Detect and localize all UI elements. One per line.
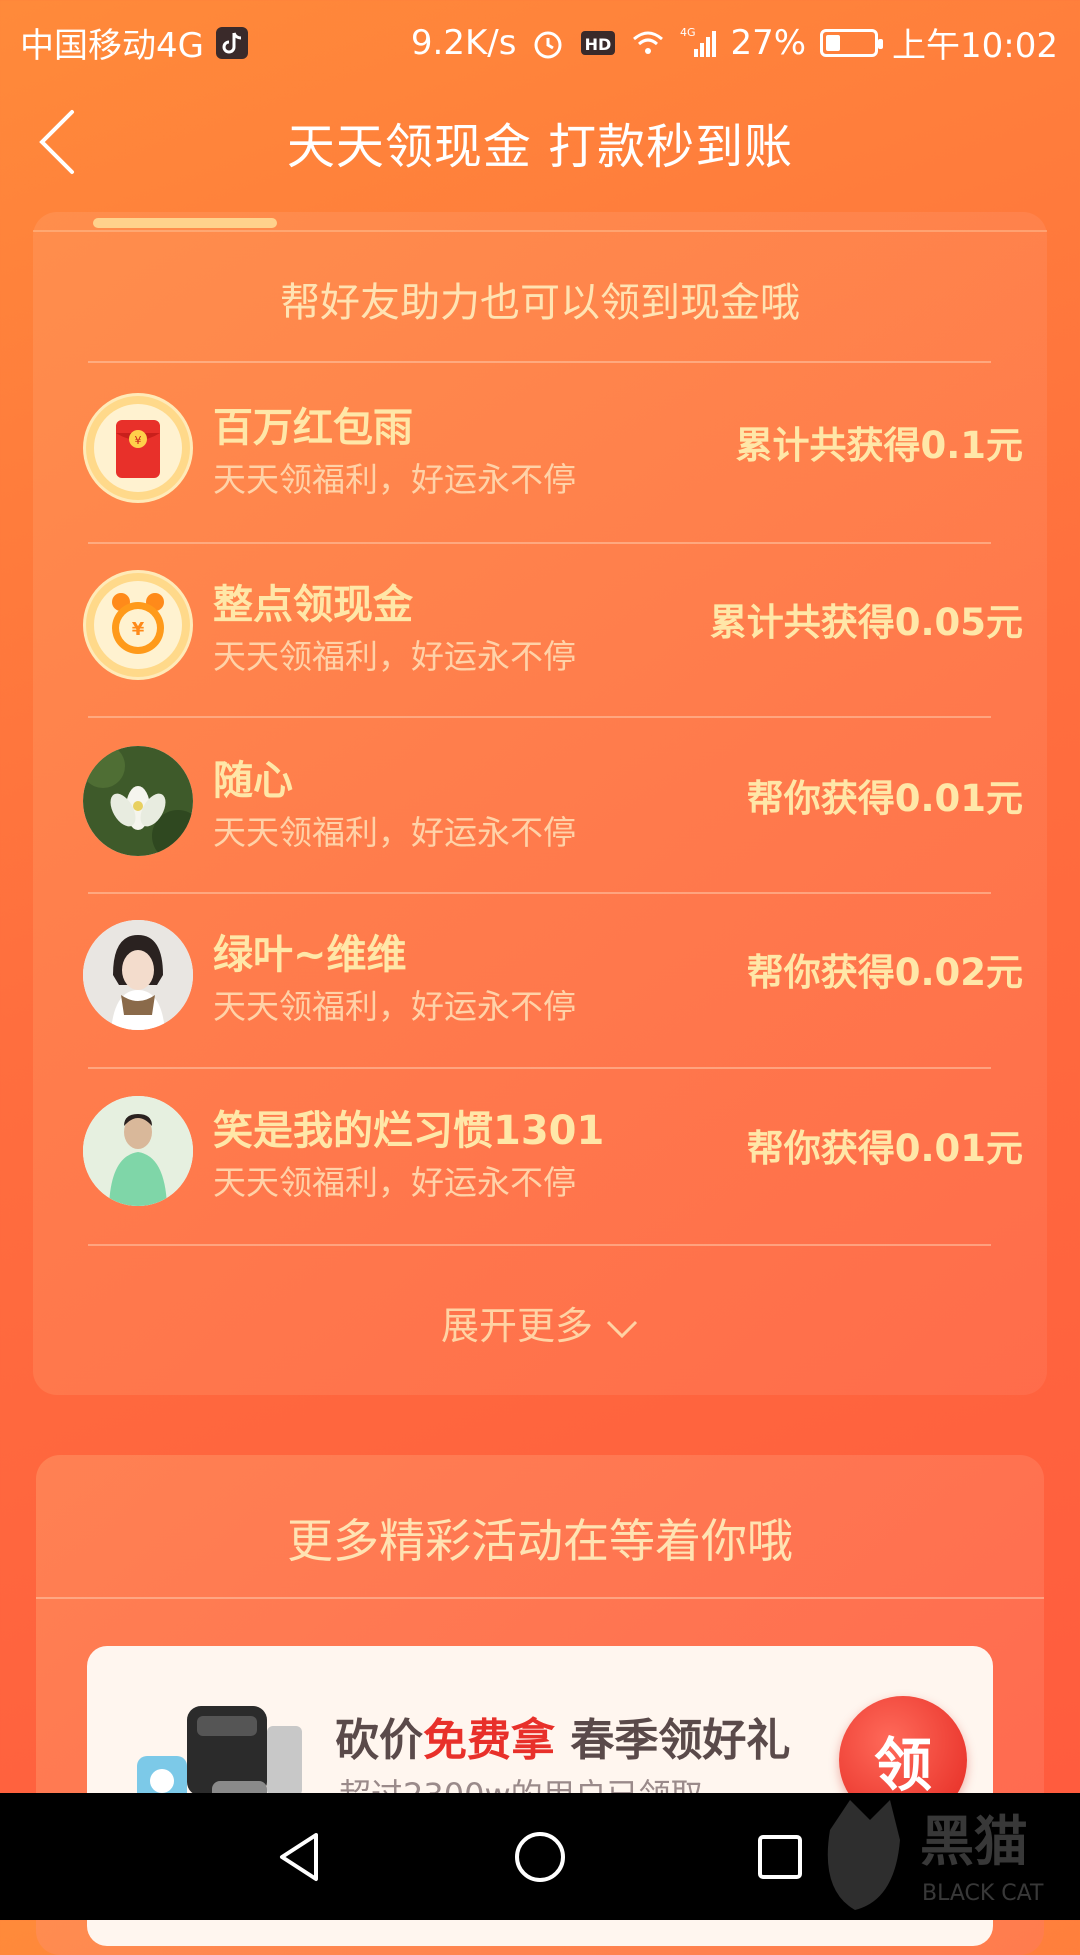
list-item[interactable]: 绿叶~维维 天天领福利，好运永不停 帮你获得0.02元 — [33, 892, 1047, 1068]
clock: 上午10:02 — [892, 26, 1058, 66]
network-speed: 9.2K/s — [410, 22, 517, 63]
list-item[interactable]: ¥ 整点领现金 天天领福利，好运永不停 累计共获得0.05元 — [33, 542, 1047, 718]
item-subtitle: 天天领福利，好运永不停 — [213, 813, 576, 852]
cat-logo-icon: 黑猫 BLACK CAT — [827, 1800, 1044, 1910]
item-name: 整点领现金 — [213, 582, 413, 628]
list-item[interactable]: ¥ 百万红包雨 天天领福利，好运永不停 累计共获得0.1元 — [33, 365, 1047, 541]
watermark-subtext: BLACK CAT — [922, 1881, 1044, 1906]
tab-indicator — [93, 218, 277, 228]
item-subtitle: 天天领福利，好运永不停 — [213, 460, 576, 499]
item-subtitle: 天天领福利，好运永不停 — [213, 987, 576, 1026]
battery-icon — [820, 28, 884, 57]
nav-recents-button[interactable] — [744, 1821, 816, 1893]
square-recents-icon — [758, 1835, 802, 1879]
banner-title-part2: 春季领好礼 — [555, 1715, 791, 1766]
friends-help-heading: 帮好友助力也可以领到现金哦 — [280, 280, 800, 326]
expand-more-label: 展开更多 — [440, 1304, 593, 1348]
hd-icon: HD — [580, 25, 616, 61]
watermark-text: 黑猫 — [920, 1810, 1028, 1873]
list-item[interactable]: 随心 天天领福利，好运永不停 帮你获得0.01元 — [33, 718, 1047, 894]
item-name: 百万红包雨 — [213, 405, 413, 451]
divider — [88, 361, 991, 363]
alarm-icon — [530, 25, 566, 61]
svg-text:HD: HD — [585, 35, 612, 54]
divider — [88, 1244, 991, 1246]
network-type: 4G — [680, 26, 696, 39]
banner-title: 砍价免费拿 春季领好礼 — [335, 1704, 790, 1768]
expand-more-button[interactable]: 展开更多 — [33, 1295, 1047, 1350]
title-bar: 天天领现金 打款秒到账 — [0, 76, 1080, 208]
signal-icon: 4G — [680, 25, 717, 61]
battery-percent: 27% — [730, 22, 807, 63]
divider — [36, 1597, 1044, 1599]
nav-home-button[interactable] — [504, 1821, 576, 1893]
item-name: 随心 — [213, 758, 293, 804]
back-button[interactable] — [30, 106, 100, 176]
status-bar: 中国移动4G 9.2K/s HD 4G 27% 上午10:02 — [0, 0, 1080, 76]
banner-title-part1: 砍价 — [335, 1715, 423, 1766]
item-amount: 帮你获得0.01元 — [746, 777, 1023, 820]
svg-text:¥: ¥ — [135, 434, 142, 447]
tiktok-icon — [214, 25, 250, 61]
woman-avatar — [83, 920, 193, 1030]
wifi-icon — [630, 25, 666, 61]
item-amount: 帮你获得0.02元 — [746, 951, 1023, 994]
item-amount: 累计共获得0.1元 — [735, 424, 1023, 467]
chevron-down-icon — [606, 1320, 638, 1338]
triangle-back-icon — [280, 1833, 318, 1881]
banner-title-highlight: 免费拿 — [423, 1715, 555, 1766]
man-avatar — [83, 1096, 193, 1206]
more-activities-heading: 更多精彩活动在等着你哦 — [287, 1514, 793, 1568]
item-name: 笑是我的烂习惯1301 — [213, 1108, 605, 1154]
carrier-label: 中国移动4G — [20, 26, 204, 66]
item-subtitle: 天天领福利，好运永不停 — [213, 637, 576, 676]
circle-home-icon — [515, 1832, 565, 1882]
list-item[interactable]: 笑是我的烂习惯1301 天天领福利，好运永不停 帮你获得0.01元 — [33, 1068, 1047, 1244]
page-title: 天天领现金 打款秒到账 — [286, 119, 794, 175]
item-amount: 帮你获得0.01元 — [746, 1127, 1023, 1170]
tab-divider — [33, 230, 1047, 232]
svg-text:¥: ¥ — [132, 619, 145, 640]
blackcat-watermark: 黑猫 BLACK CAT — [810, 1790, 1070, 1920]
item-name: 绿叶~维维 — [213, 932, 407, 978]
lotus-avatar — [83, 746, 193, 856]
red-envelope-icon: ¥ — [83, 393, 193, 503]
item-subtitle: 天天领福利，好运永不停 — [213, 1163, 576, 1202]
alarm-clock-icon: ¥ — [83, 570, 193, 680]
item-amount: 累计共获得0.05元 — [709, 601, 1023, 644]
chevron-left-icon — [39, 110, 74, 174]
nav-back-button[interactable] — [264, 1821, 336, 1893]
